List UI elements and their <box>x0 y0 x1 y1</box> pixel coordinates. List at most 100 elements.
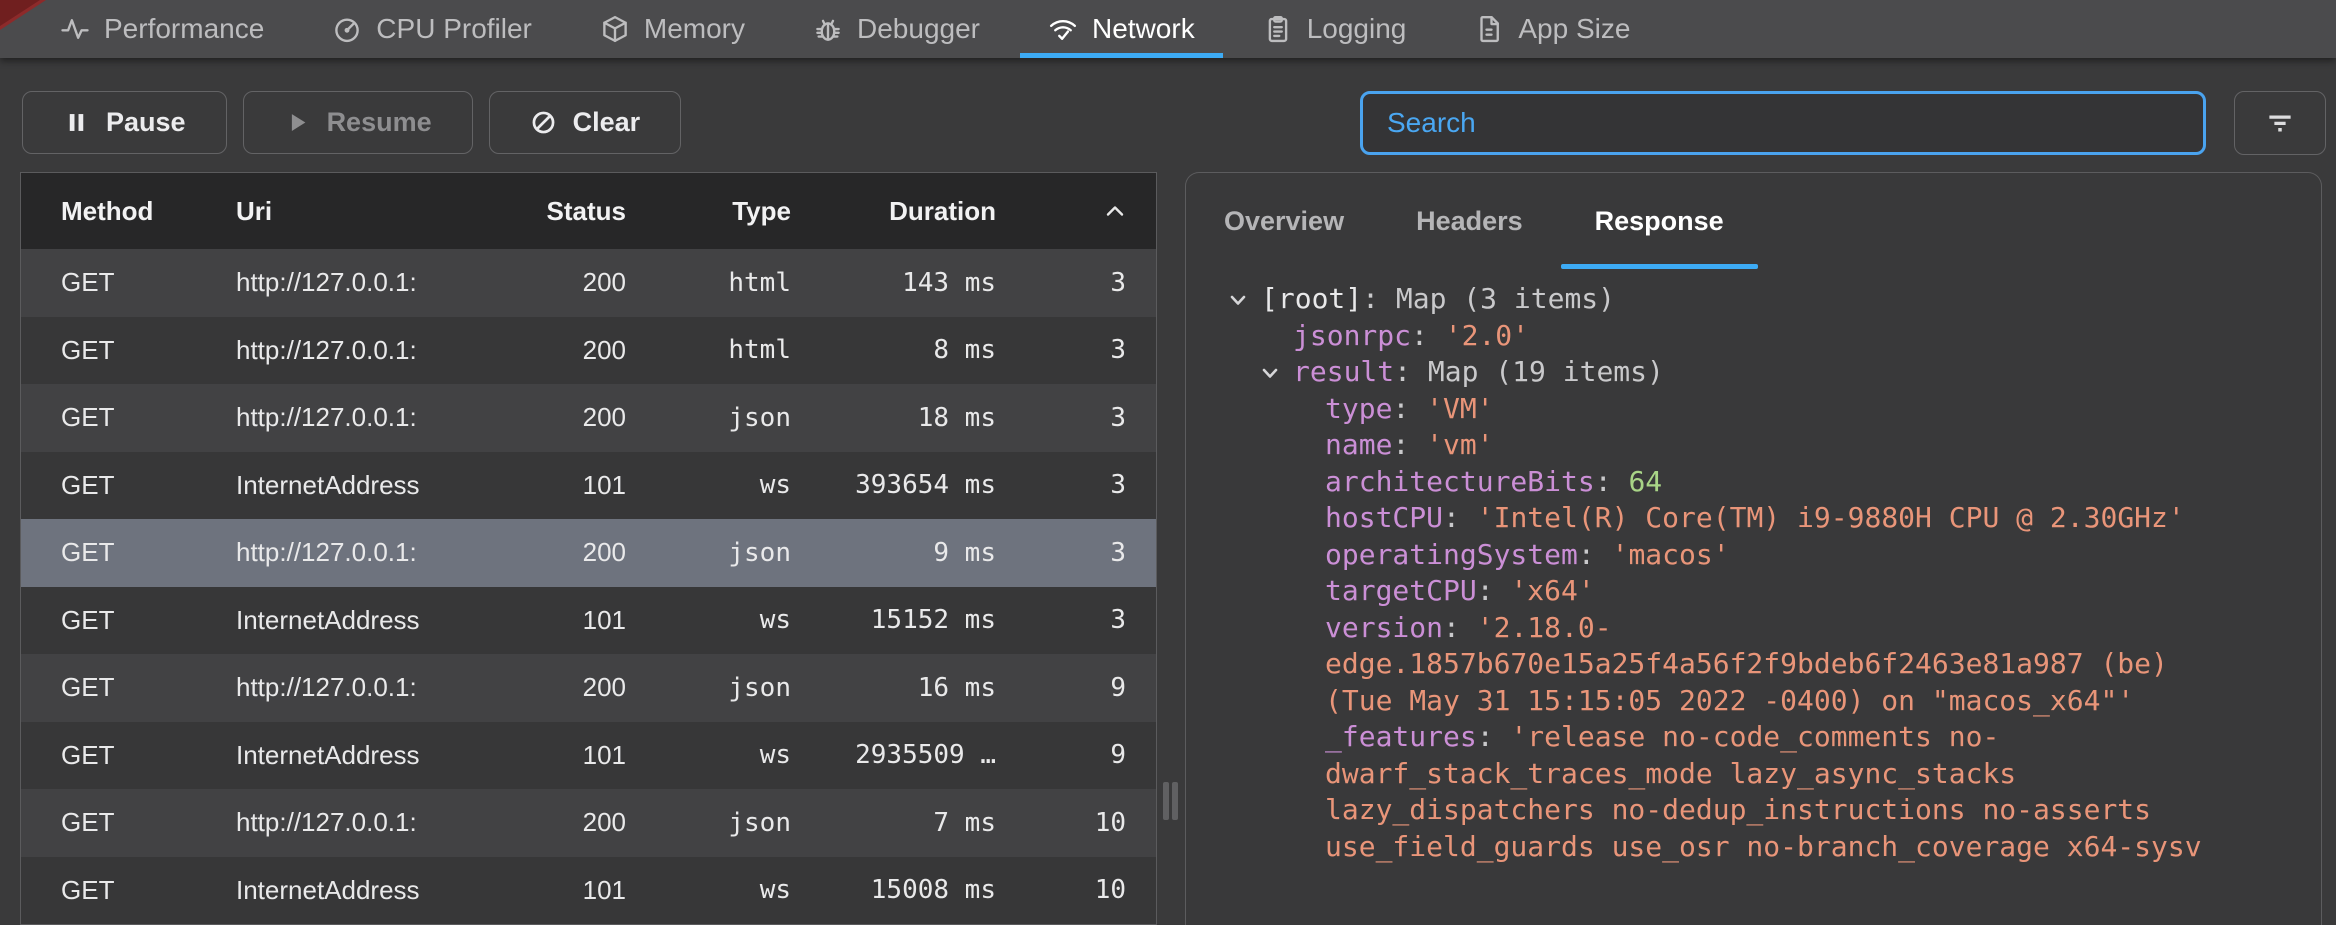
tree-key: hostCPU <box>1325 501 1443 534</box>
tree-key: [root] <box>1261 282 1362 315</box>
tab-response[interactable]: Response <box>1559 173 1760 269</box>
cell-duration: 7 ms <box>791 808 996 838</box>
table-row[interactable]: GET InternetAddress 101 ws 2935509 … 9 <box>21 722 1156 790</box>
tree-key: name <box>1325 428 1392 461</box>
pause-icon <box>63 109 90 136</box>
tab-overview[interactable]: Overview <box>1188 173 1380 269</box>
table-row[interactable]: GET http://127.0.0.1: 200 html 8 ms 3 <box>21 317 1156 385</box>
tab-debugger[interactable]: Debugger <box>779 0 1014 58</box>
tab-memory[interactable]: Memory <box>566 0 779 58</box>
cell-status: 101 <box>536 605 626 636</box>
cell-uri: InternetAddress <box>236 470 536 501</box>
tree-node-name: name: 'vm' <box>1186 427 2281 464</box>
tab-label: Response <box>1595 206 1724 237</box>
tree-value: 64 <box>1628 465 1662 498</box>
table-row[interactable]: GET InternetAddress 101 ws 15152 ms 3 <box>21 587 1156 655</box>
cell-uri: http://127.0.0.1: <box>236 335 536 366</box>
column-header-type[interactable]: Type <box>626 196 791 227</box>
search-input[interactable] <box>1360 91 2206 155</box>
cell-method: GET <box>61 672 236 703</box>
cell-duration: 18 ms <box>791 403 996 433</box>
filter-button[interactable] <box>2234 91 2326 155</box>
top-tab-bar: Performance CPU Profiler Memory Debugger… <box>0 0 2336 58</box>
tree-value: Map (19 items) <box>1428 355 1664 388</box>
tab-app-size[interactable]: App Size <box>1440 0 1664 58</box>
cell-uri: http://127.0.0.1: <box>236 537 536 568</box>
cell-seq: 3 <box>996 268 1126 298</box>
expander-down-icon[interactable] <box>1226 285 1250 322</box>
tree-value: '2.0' <box>1445 319 1529 352</box>
tab-headers[interactable]: Headers <box>1380 173 1559 269</box>
cell-type: json <box>626 538 791 568</box>
expander-down-icon[interactable] <box>1258 358 1282 395</box>
cell-uri: InternetAddress <box>236 605 536 636</box>
column-header-method[interactable]: Method <box>61 196 236 227</box>
cell-uri: InternetAddress <box>236 740 536 771</box>
clear-icon <box>530 109 557 136</box>
cell-uri: http://127.0.0.1: <box>236 267 536 298</box>
table-row[interactable]: GET http://127.0.0.1: 200 json 7 ms 10 <box>21 789 1156 857</box>
tab-label: Overview <box>1224 206 1344 237</box>
cell-method: GET <box>61 537 236 568</box>
tree-value: Map (3 items) <box>1396 282 1615 315</box>
table-row[interactable]: GET http://127.0.0.1: 200 html 143 ms 3 <box>21 249 1156 317</box>
resume-icon <box>284 109 311 136</box>
cell-method: GET <box>61 402 236 433</box>
cell-type: html <box>626 268 791 298</box>
cell-status: 200 <box>536 807 626 838</box>
clear-label: Clear <box>573 107 641 138</box>
cell-uri: http://127.0.0.1: <box>236 672 536 703</box>
tree-node-target-cpu: targetCPU: 'x64' <box>1186 573 2281 610</box>
performance-icon <box>60 14 90 44</box>
tree-key: architectureBits <box>1325 465 1595 498</box>
cell-duration: 15008 ms <box>791 875 996 905</box>
cell-type: html <box>626 335 791 365</box>
cell-uri: InternetAddress <box>236 875 536 906</box>
tree-node-root[interactable]: [root]: Map (3 items) <box>1186 281 2281 318</box>
table-row[interactable]: GET InternetAddress 101 ws 15008 ms 10 <box>21 857 1156 925</box>
tab-network[interactable]: Network <box>1014 0 1229 58</box>
memory-icon <box>600 14 630 44</box>
debug-ribbon-corner <box>0 0 46 30</box>
cell-seq: 10 <box>996 875 1126 905</box>
tree-key: result <box>1293 355 1394 388</box>
table-body: GET http://127.0.0.1: 200 html 143 ms 3 … <box>21 249 1156 924</box>
column-header-duration[interactable]: Duration <box>791 196 996 227</box>
tab-label: Memory <box>644 13 745 45</box>
cell-duration: 16 ms <box>791 673 996 703</box>
table-row[interactable]: GET http://127.0.0.1: 200 json 18 ms 3 <box>21 384 1156 452</box>
clear-button[interactable]: Clear <box>489 91 682 154</box>
cell-seq: 3 <box>996 538 1126 568</box>
cell-method: GET <box>61 807 236 838</box>
tab-label: Performance <box>104 13 264 45</box>
tree-node-result[interactable]: result: Map (19 items) <box>1186 354 2281 391</box>
resume-button[interactable]: Resume <box>243 91 473 154</box>
panel-splitter[interactable] <box>1157 172 1185 924</box>
cell-type: json <box>626 673 791 703</box>
tab-logging[interactable]: Logging <box>1229 0 1441 58</box>
sort-ascending-icon[interactable] <box>1104 203 1126 219</box>
table-header-row: Method Uri Status Type Duration <box>21 173 1156 249</box>
tree-node-architecture-bits: architectureBits: 64 <box>1186 464 2281 501</box>
table-row[interactable]: GET http://127.0.0.1: 200 json 16 ms 9 <box>21 654 1156 722</box>
tab-cpu-profiler[interactable]: CPU Profiler <box>298 0 566 58</box>
tab-label: Debugger <box>857 13 980 45</box>
pause-button[interactable]: Pause <box>22 91 227 154</box>
tab-performance[interactable]: Performance <box>26 0 298 58</box>
cell-seq: 3 <box>996 605 1126 635</box>
tree-node-operating-system: operatingSystem: 'macos' <box>1186 537 2281 574</box>
column-header-uri[interactable]: Uri <box>236 196 536 227</box>
cell-status: 200 <box>536 537 626 568</box>
cell-seq: 10 <box>996 808 1126 838</box>
logging-icon <box>1263 14 1293 44</box>
tab-label: Logging <box>1307 13 1407 45</box>
cell-method: GET <box>61 335 236 366</box>
tab-label: CPU Profiler <box>376 13 532 45</box>
request-details-panel: Overview Headers Response [root]: Map (3… <box>1185 172 2322 925</box>
splitter-grip-icon <box>1163 782 1178 820</box>
table-row[interactable]: GET InternetAddress 101 ws 393654 ms 3 <box>21 452 1156 520</box>
column-header-status[interactable]: Status <box>536 196 626 227</box>
resume-label: Resume <box>327 107 432 138</box>
cell-status: 101 <box>536 740 626 771</box>
table-row-selected[interactable]: GET http://127.0.0.1: 200 json 9 ms 3 <box>21 519 1156 587</box>
